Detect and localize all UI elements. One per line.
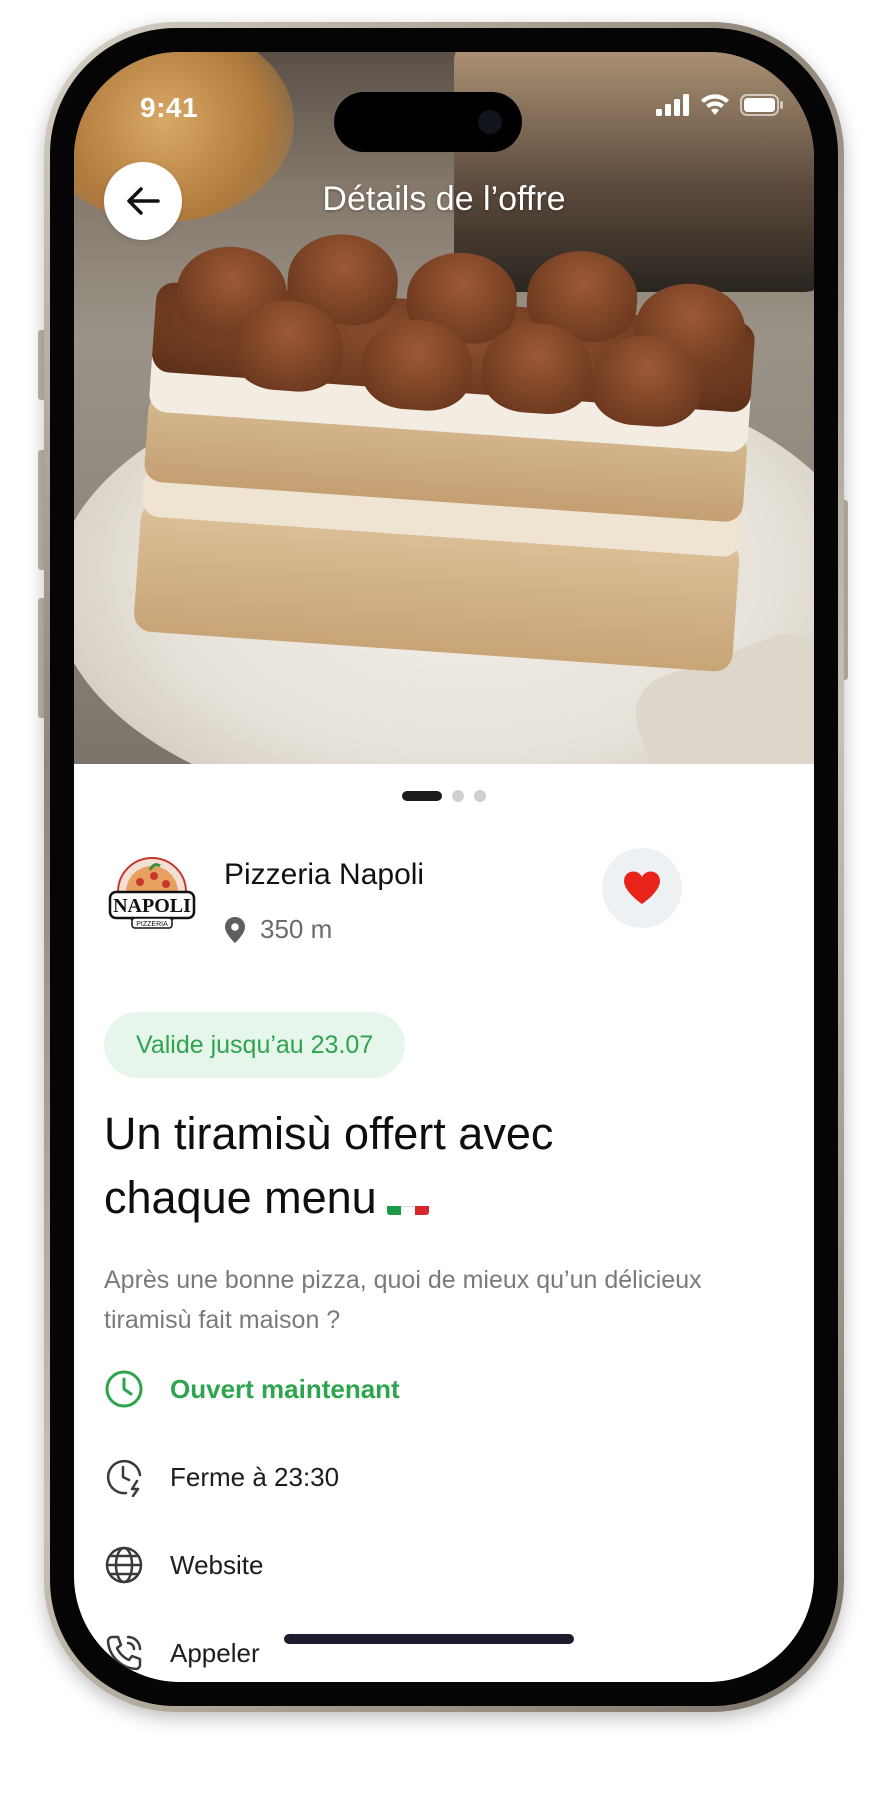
carousel-indicator[interactable] <box>74 790 814 802</box>
distance-value: 350 m <box>260 914 333 944</box>
tiramisu-slice <box>130 230 758 713</box>
background-dish <box>454 52 814 292</box>
logo-wordmark: NAPOLI <box>113 895 191 917</box>
carousel-dot-3[interactable] <box>474 790 486 802</box>
website-row[interactable]: Website <box>104 1540 263 1590</box>
shop-name[interactable]: Pizzeria Napoli <box>224 858 424 892</box>
heart-icon <box>624 871 660 904</box>
shop-logo[interactable]: NAPOLI PIZZERIA <box>104 852 200 948</box>
open-status-text: Ouvert maintenant <box>170 1373 400 1404</box>
carousel-dot-1[interactable] <box>402 791 442 801</box>
cellular-signal-icon <box>656 94 689 116</box>
dynamic-island <box>334 92 522 152</box>
phone-call-icon <box>106 1635 142 1671</box>
phone-bezel: 9:41 Détails de l’offre NAPOLI PIZZERIA … <box>50 28 838 1706</box>
call-link[interactable]: Appeler <box>170 1638 260 1669</box>
offer-description: Après une bonne pizza, quoi de mieux qu’… <box>104 1266 702 1334</box>
shop-distance: 350 m <box>224 914 332 945</box>
device-mockup: 9:41 Détails de l’offre NAPOLI PIZZERIA … <box>0 0 884 1802</box>
napoli-logo-icon: NAPOLI PIZZERIA <box>108 857 196 929</box>
carousel-dot-2[interactable] <box>452 790 464 802</box>
home-indicator[interactable] <box>284 1634 574 1644</box>
status-time: 9:41 <box>140 92 199 123</box>
favorite-button[interactable] <box>602 848 682 928</box>
logo-subtext: PIZZERIA <box>136 921 168 928</box>
status-icons <box>656 94 784 116</box>
website-link[interactable]: Website <box>170 1550 263 1581</box>
clock-icon <box>105 1370 143 1408</box>
call-row[interactable]: Appeler <box>104 1628 260 1678</box>
clock-closing-icon <box>106 1459 142 1497</box>
page-title: Détails de l’offre <box>322 180 566 218</box>
offer-title-text: Un tiramisù offert avec chaque menu <box>104 1108 554 1223</box>
app-screen: 9:41 Détails de l’offre NAPOLI PIZZERIA … <box>74 52 814 1682</box>
closing-time-row: Ferme à 23:30 <box>104 1452 339 1502</box>
battery-icon <box>740 94 783 116</box>
closing-time-text: Ferme à 23:30 <box>170 1461 340 1492</box>
italian-flag-icon <box>386 1187 429 1216</box>
offer-title: Un tiramisù offert avec chaque menu <box>104 1102 704 1230</box>
offer-image[interactable] <box>74 52 814 764</box>
globe-icon <box>105 1546 143 1584</box>
wifi-icon <box>701 94 729 115</box>
opening-status-row: Ouvert maintenant <box>104 1364 400 1414</box>
phone-frame: 9:41 Détails de l’offre NAPOLI PIZZERIA … <box>44 22 844 1712</box>
location-pin-icon <box>225 916 245 943</box>
validity-badge: Valide jusqu’au 23.07 <box>104 1012 406 1078</box>
